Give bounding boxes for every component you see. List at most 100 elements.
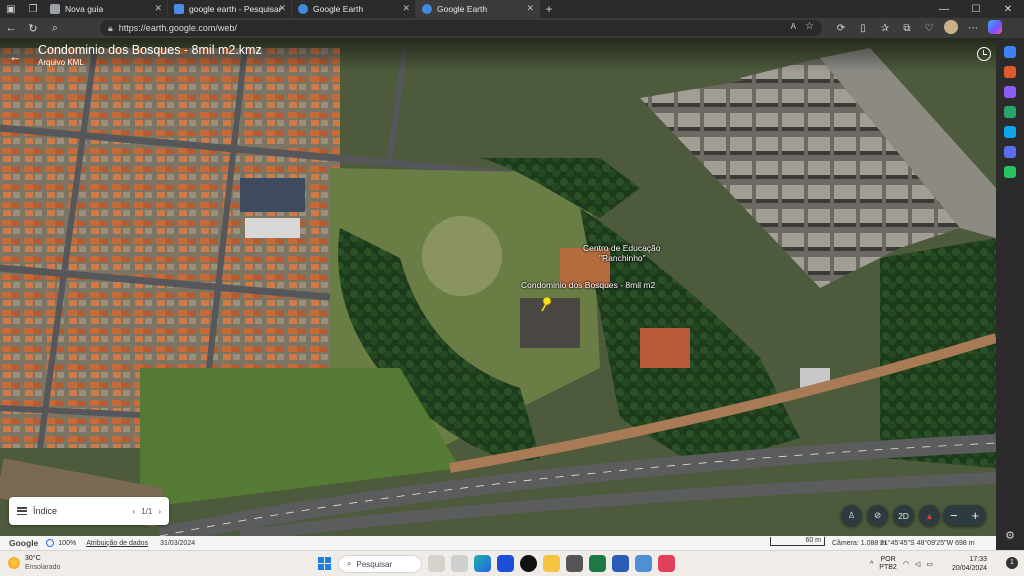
back-arrow-icon[interactable]: ← bbox=[9, 49, 22, 64]
volume-icon[interactable]: ◁ bbox=[915, 560, 920, 568]
tab-3[interactable]: Google Earth ✕ bbox=[416, 0, 540, 18]
street-view-pegman-icon[interactable]: ♙ bbox=[841, 505, 862, 526]
close-window-icon[interactable]: ✕ bbox=[992, 4, 1024, 15]
tab-1[interactable]: google earth - Pesquisar ✕ bbox=[168, 0, 292, 18]
close-tab-icon[interactable]: ✕ bbox=[154, 3, 162, 14]
tray-expand-icon[interactable]: ^ bbox=[870, 561, 873, 568]
tab-title: Google Earth bbox=[313, 4, 364, 14]
tab-favicon-icon bbox=[174, 4, 184, 14]
system-tray: ^ POR PTB2 ◠ ◁ ▭ bbox=[870, 556, 933, 572]
collections-icon[interactable]: ⧉ bbox=[896, 23, 918, 34]
load-percent: 100% bbox=[58, 539, 77, 547]
workspaces-icon[interactable]: ▣ bbox=[0, 0, 22, 18]
next-page-icon[interactable]: › bbox=[158, 507, 161, 516]
imagery-date: 31/03/2024 bbox=[160, 539, 196, 547]
history-icon[interactable] bbox=[977, 47, 991, 61]
scale-bar: 60 m bbox=[770, 537, 825, 546]
battery-icon[interactable]: ▭ bbox=[926, 560, 933, 568]
tab-0[interactable]: Nova guia ✕ bbox=[44, 0, 168, 18]
app-store-icon[interactable] bbox=[566, 555, 583, 572]
weather-temp: 30°C bbox=[25, 555, 41, 562]
compass-icon[interactable]: ▲ bbox=[919, 505, 940, 526]
back-icon[interactable]: ← bbox=[0, 18, 22, 38]
sidebar-tools-icon[interactable] bbox=[1004, 86, 1016, 98]
view-mode-button[interactable]: 2D bbox=[893, 505, 914, 526]
more-menu-icon[interactable]: ⋯ bbox=[962, 23, 984, 34]
pushpin-icon[interactable] bbox=[540, 296, 552, 312]
search-icon[interactable]: ⌕ bbox=[44, 18, 66, 38]
previous-page-icon[interactable]: ‹ bbox=[133, 507, 136, 516]
close-tab-icon[interactable]: ✕ bbox=[402, 3, 410, 14]
notification-badge[interactable]: 1 bbox=[1006, 557, 1018, 569]
sidebar-settings-gear-icon[interactable]: ⚙ bbox=[1005, 529, 1015, 542]
app-edge-dev-icon[interactable] bbox=[497, 555, 514, 572]
coordinates: 21°45'45"S 48°09'25"W 698 m bbox=[880, 539, 975, 547]
app-snipping-icon[interactable] bbox=[658, 555, 675, 572]
sidebar-teams-icon[interactable] bbox=[1004, 146, 1016, 158]
windows-start-icon[interactable] bbox=[318, 557, 331, 570]
sidebar-games-icon[interactable] bbox=[1004, 106, 1016, 118]
windows-taskbar: 30°C Ensolarado ⌕ Pesquisar ^ POR PTB2 ◠… bbox=[0, 550, 1024, 576]
language-indicator[interactable]: POR PTB2 bbox=[879, 556, 897, 572]
data-attribution-link[interactable]: Atribuição de dados bbox=[86, 540, 148, 547]
favorite-star-icon[interactable]: ☆ bbox=[805, 21, 814, 32]
wifi-icon[interactable]: ◠ bbox=[903, 560, 909, 568]
new-tab-button[interactable]: + bbox=[540, 2, 558, 16]
maximize-icon[interactable]: ☐ bbox=[960, 4, 992, 15]
app-edge-icon[interactable] bbox=[474, 555, 491, 572]
browser-toolbar: ← ↻ ⌕ 🔒︎ https://earth.google.com/web/ A… bbox=[0, 18, 1024, 38]
app-photos-icon[interactable] bbox=[635, 555, 652, 572]
clock-time: 17:33 bbox=[969, 556, 988, 563]
list-icon bbox=[17, 507, 27, 515]
clock-date: 20/04/2024 bbox=[952, 565, 988, 572]
lang-primary: POR bbox=[880, 556, 896, 563]
refresh-icon[interactable]: ↻ bbox=[22, 18, 44, 38]
tab-strip: ▣ ❐ Nova guia ✕ google earth - Pesquisar… bbox=[0, 0, 1024, 18]
copilot-icon[interactable] bbox=[984, 19, 1006, 37]
app-task-view-icon[interactable] bbox=[451, 555, 468, 572]
minimize-icon[interactable]: — bbox=[928, 4, 960, 15]
sidebar-drop-icon[interactable] bbox=[1004, 166, 1016, 178]
search-icon: ⌕ bbox=[347, 559, 352, 568]
clock[interactable]: 17:33 20/04/2024 bbox=[952, 555, 987, 573]
sidebar-search-icon[interactable] bbox=[1004, 46, 1016, 58]
map-label-school[interactable]: Centro de Educação bbox=[583, 243, 661, 253]
favorites-icon[interactable]: ✰ bbox=[874, 23, 896, 34]
split-screen-icon[interactable]: ▯ bbox=[852, 23, 874, 34]
app-excel-icon[interactable] bbox=[589, 555, 606, 572]
tab-actions-icon[interactable]: ❐ bbox=[22, 0, 44, 18]
avatar[interactable] bbox=[940, 19, 962, 37]
placemark-label[interactable]: Condominio dos Bosques - 8mil m2 bbox=[521, 280, 655, 290]
taskbar-search[interactable]: ⌕ Pesquisar bbox=[338, 555, 422, 573]
zoom-in-icon[interactable]: + bbox=[971, 508, 979, 523]
address-bar[interactable]: 🔒︎ https://earth.google.com/web/ A ☆ bbox=[100, 20, 822, 36]
page-counter: 1/1 bbox=[141, 506, 153, 516]
lang-secondary: PTB2 bbox=[879, 564, 897, 571]
app-file-explorer-icon[interactable] bbox=[543, 555, 560, 572]
heart-icon[interactable]: ♡ bbox=[918, 23, 940, 34]
close-tab-icon[interactable]: ✕ bbox=[526, 3, 534, 14]
extension-icon[interactable]: ⟳ bbox=[830, 23, 852, 34]
tab-title: google earth - Pesquisar bbox=[189, 4, 282, 14]
zoom-out-icon[interactable]: − bbox=[950, 508, 958, 523]
edge-sidebar: ⚙ bbox=[996, 38, 1024, 550]
weather-widget[interactable]: 30°C Ensolarado bbox=[8, 554, 60, 572]
map-label-school-2[interactable]: "Ranchinho" bbox=[599, 253, 646, 263]
close-tab-icon[interactable]: ✕ bbox=[278, 3, 286, 14]
document-subtitle: Arquivo KML bbox=[38, 58, 84, 67]
loading-ring-icon bbox=[46, 539, 55, 547]
app-word-icon[interactable] bbox=[612, 555, 629, 572]
zoom-control: − + bbox=[943, 505, 986, 526]
sidebar-shopping-icon[interactable] bbox=[1004, 66, 1016, 78]
tab-2[interactable]: Google Earth ✕ bbox=[292, 0, 416, 18]
tab-title: Nova guia bbox=[65, 4, 104, 14]
sidebar-outlook-icon[interactable] bbox=[1004, 126, 1016, 138]
app-bird-icon[interactable] bbox=[428, 555, 445, 572]
earth-map-viewport[interactable] bbox=[0, 38, 996, 536]
app-dell-icon[interactable] bbox=[520, 555, 537, 572]
camera-altitude: Câmera: 1.088 m bbox=[832, 539, 887, 547]
index-panel[interactable]: Índice ‹ 1/1 › bbox=[9, 497, 169, 525]
lock-icon[interactable]: 🔒︎ bbox=[108, 23, 113, 34]
read-aloud-icon[interactable]: A bbox=[791, 22, 796, 31]
hide-layers-icon[interactable]: ⊘ bbox=[867, 505, 888, 526]
